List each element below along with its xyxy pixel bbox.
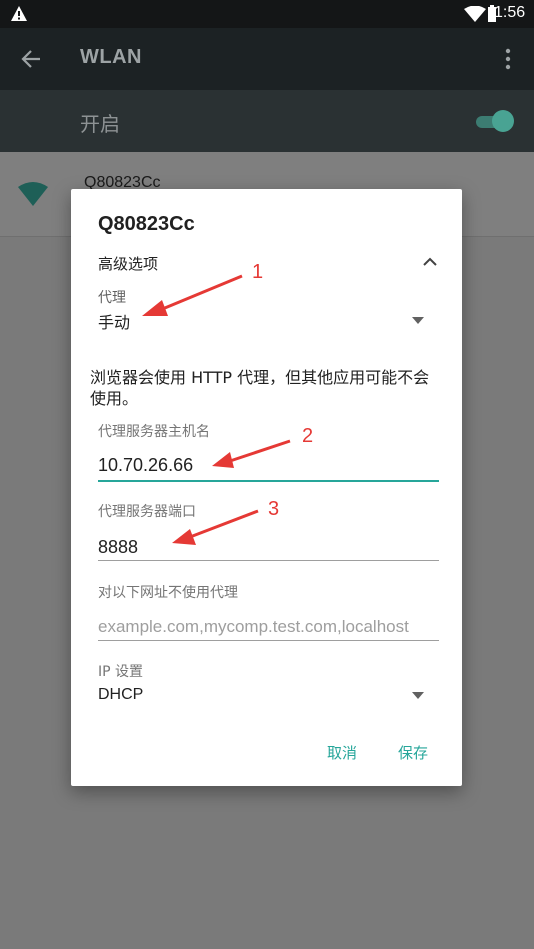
annotation-number-2: 2 — [302, 425, 314, 447]
hostname-input[interactable] — [98, 450, 438, 480]
annotation-number-3: 3 — [268, 498, 280, 520]
dropdown-arrow-icon[interactable] — [412, 692, 424, 700]
switch-label: 开启 — [80, 112, 120, 136]
network-dialog: Q80823Cc 高级选项 代理 手动 浏览器会使用 HTTP 代理，但其他应用… — [71, 189, 462, 786]
wlan-switch-bar: 开启 — [0, 90, 534, 152]
bypass-input[interactable] — [98, 612, 438, 642]
ip-settings-select[interactable]: DHCP — [98, 686, 143, 704]
warning-icon — [11, 6, 27, 21]
wifi-signal-icon — [18, 182, 48, 206]
cancel-button[interactable]: 取消 — [327, 742, 357, 763]
proxy-label: 代理 — [98, 290, 126, 306]
more-vert-icon[interactable] — [504, 48, 512, 70]
bypass-label: 对以下网址不使用代理 — [98, 585, 238, 601]
proxy-select[interactable]: 手动 — [98, 309, 130, 333]
status-time: 1:56 — [494, 4, 526, 21]
app-bar: WLAN — [0, 28, 534, 90]
proxy-note: 浏览器会使用 HTTP 代理，但其他应用可能不会使用。 — [90, 368, 430, 408]
dialog-title: Q80823Cc — [98, 213, 195, 235]
status-bar: 1:56 — [0, 0, 534, 28]
wifi-icon — [464, 6, 486, 22]
hostname-underline — [98, 480, 439, 482]
bypass-underline — [98, 640, 439, 641]
chevron-up-icon[interactable] — [422, 255, 438, 267]
port-label: 代理服务器端口 — [98, 504, 196, 520]
wlan-toggle[interactable] — [476, 110, 514, 132]
port-underline — [98, 560, 439, 561]
dropdown-arrow-icon[interactable] — [412, 317, 424, 325]
back-arrow-icon[interactable] — [20, 48, 42, 70]
hostname-label: 代理服务器主机名 — [98, 424, 210, 440]
ip-settings-label: IP 设置 — [98, 664, 144, 680]
toggle-thumb — [492, 110, 514, 132]
page-title: WLAN — [80, 46, 142, 68]
annotation-number-1: 1 — [252, 261, 264, 283]
port-input[interactable] — [98, 532, 438, 562]
save-button[interactable]: 保存 — [398, 742, 428, 763]
advanced-options-label[interactable]: 高级选项 — [98, 253, 158, 274]
